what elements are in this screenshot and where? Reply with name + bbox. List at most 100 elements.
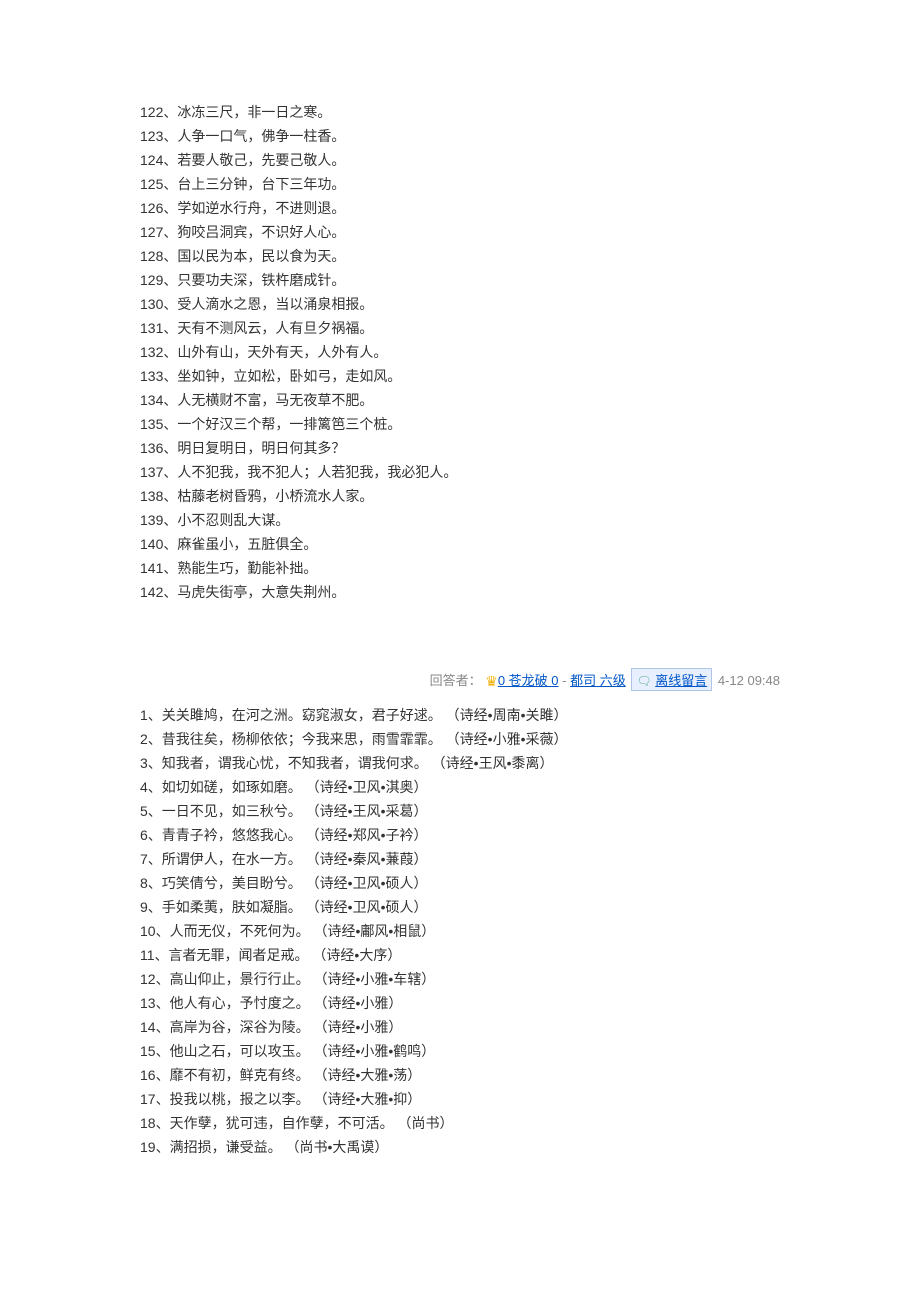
- list-item: 2、昔我往矣，杨柳依依；今我来思，雨雪霏霏。 （诗经•小雅•采薇）: [140, 727, 780, 751]
- list-item: 129、只要功夫深，铁杵磨成针。: [140, 268, 780, 292]
- item-number: 128: [140, 248, 163, 264]
- item-number: 123: [140, 128, 163, 144]
- answer-time: 4-12 09:48: [714, 673, 780, 688]
- list-item: 136、明日复明日，明日何其多？: [140, 436, 780, 460]
- list-item: 133、坐如钟，立如松，卧如弓，走如风。: [140, 364, 780, 388]
- list-item: 1、关关雎鸠，在河之洲。窈窕淑女，君子好逑。 （诗经•周南•关雎）: [140, 703, 780, 727]
- item-text: 、高岸为谷，深谷为陵。 （诗经•小雅）: [156, 1019, 403, 1035]
- item-number: 139: [140, 512, 163, 528]
- item-number: 17: [140, 1091, 156, 1107]
- answer-user-link[interactable]: 0 苍龙破 0: [498, 673, 559, 688]
- item-number: 142: [140, 584, 163, 600]
- item-number: 141: [140, 560, 163, 576]
- list-item: 137、人不犯我，我不犯人；人若犯我，我必犯人。: [140, 460, 780, 484]
- item-text: 、一日不见，如三秋兮。 （诗经•王风•采葛）: [148, 803, 428, 819]
- item-number: 138: [140, 488, 163, 504]
- item-number: 18: [140, 1115, 156, 1131]
- list-item: 14、高岸为谷，深谷为陵。 （诗经•小雅）: [140, 1015, 780, 1039]
- item-number: 15: [140, 1043, 156, 1059]
- item-number: 133: [140, 368, 163, 384]
- list-item: 126、学如逆水行舟，不进则退。: [140, 196, 780, 220]
- item-number: 124: [140, 152, 163, 168]
- item-number: 9: [140, 899, 148, 915]
- item-text: 、天作孽，犹可违，自作孽，不可活。 （尚书）: [156, 1115, 454, 1131]
- item-number: 11: [140, 947, 155, 963]
- item-number: 136: [140, 440, 163, 456]
- item-number: 132: [140, 344, 163, 360]
- item-text: 、高山仰止，景行行止。 （诗经•小雅•车辖）: [156, 971, 436, 987]
- list-item: 125、台上三分钟，台下三年功。: [140, 172, 780, 196]
- item-text: 、投我以桃，报之以李。 （诗经•大雅•抑）: [156, 1091, 422, 1107]
- list-item: 123、人争一口气，佛争一柱香。: [140, 124, 780, 148]
- item-number: 16: [140, 1067, 156, 1083]
- item-number: 8: [140, 875, 148, 891]
- list-item: 139、小不忍则乱大谋。: [140, 508, 780, 532]
- item-text: 、所谓伊人，在水一方。 （诗经•秦风•蒹葭）: [148, 851, 428, 867]
- list-item: 7、所谓伊人，在水一方。 （诗经•秦风•蒹葭）: [140, 847, 780, 871]
- item-text: 、人而无仪，不死何为。 （诗经•鄘风•相鼠）: [156, 923, 436, 939]
- item-text: 、受人滴水之恩，当以涌泉相报。: [163, 296, 373, 312]
- item-text: 、冰冻三尺，非一日之寒。: [163, 104, 331, 120]
- item-text: 、昔我往矣，杨柳依依；今我来思，雨雪霏霏。 （诗经•小雅•采薇）: [148, 731, 568, 747]
- list-item: 134、人无横财不富，马无夜草不肥。: [140, 388, 780, 412]
- item-number: 7: [140, 851, 148, 867]
- item-number: 4: [140, 779, 148, 795]
- item-text: 、枯藤老树昏鸦，小桥流水人家。: [163, 488, 373, 504]
- item-number: 127: [140, 224, 163, 240]
- item-text: 、只要功夫深，铁杵磨成针。: [163, 272, 345, 288]
- item-number: 130: [140, 296, 163, 312]
- item-number: 135: [140, 416, 163, 432]
- item-text: 、熟能生巧，勤能补拙。: [163, 560, 317, 576]
- item-text: 、明日复明日，明日何其多？: [163, 440, 345, 456]
- item-text: 、山外有山，天外有天，人外有人。: [163, 344, 387, 360]
- item-number: 13: [140, 995, 156, 1011]
- list-item: 19、满招损，谦受益。 （尚书•大禹谟）: [140, 1135, 780, 1159]
- list-item: 10、人而无仪，不死何为。 （诗经•鄘风•相鼠）: [140, 919, 780, 943]
- item-number: 12: [140, 971, 156, 987]
- item-number: 10: [140, 923, 156, 939]
- list-item: 9、手如柔荑，肤如凝脂。 （诗经•卫风•硕人）: [140, 895, 780, 919]
- chat-icon: 🗨: [636, 674, 651, 688]
- list-item: 18、天作孽，犹可违，自作孽，不可活。 （尚书）: [140, 1111, 780, 1135]
- item-number: 6: [140, 827, 148, 843]
- list-item: 8、巧笑倩兮，美目盼兮。 （诗经•卫风•硕人）: [140, 871, 780, 895]
- list-item: 131、天有不测风云，人有旦夕祸福。: [140, 316, 780, 340]
- list-item: 128、国以民为本，民以食为天。: [140, 244, 780, 268]
- item-text: 、言者无罪，闻者足戒。 （诗经•大序）: [155, 947, 402, 963]
- item-number: 126: [140, 200, 163, 216]
- item-text: 、关关雎鸠，在河之洲。窈窕淑女，君子好逑。 （诗经•周南•关雎）: [148, 707, 568, 723]
- item-text: 、小不忍则乱大谋。: [163, 512, 289, 528]
- item-number: 131: [140, 320, 163, 336]
- item-text: 、学如逆水行舟，不进则退。: [163, 200, 345, 216]
- answer-rank-link[interactable]: 都司 六级: [570, 673, 626, 688]
- offline-message-link[interactable]: 离线留言: [655, 673, 707, 688]
- item-number: 3: [140, 755, 148, 771]
- list-item: 12、高山仰止，景行行止。 （诗经•小雅•车辖）: [140, 967, 780, 991]
- list-item: 13、他人有心，予忖度之。 （诗经•小雅）: [140, 991, 780, 1015]
- item-text: 、人不犯我，我不犯人；人若犯我，我必犯人。: [163, 464, 457, 480]
- item-text: 、人无横财不富，马无夜草不肥。: [163, 392, 373, 408]
- list-item: 122、冰冻三尺，非一日之寒。: [140, 100, 780, 124]
- list-item: 127、狗咬吕洞宾，不识好人心。: [140, 220, 780, 244]
- list-item: 6、青青子衿，悠悠我心。 （诗经•郑风•子衿）: [140, 823, 780, 847]
- list-item: 130、受人滴水之恩，当以涌泉相报。: [140, 292, 780, 316]
- item-number: 134: [140, 392, 163, 408]
- answered-by-label: 回答者：: [430, 673, 482, 688]
- section-2: 1、关关雎鸠，在河之洲。窈窕淑女，君子好逑。 （诗经•周南•关雎）2、昔我往矣，…: [0, 695, 920, 1219]
- item-text: 、狗咬吕洞宾，不识好人心。: [163, 224, 345, 240]
- item-text: 、国以民为本，民以食为天。: [163, 248, 345, 264]
- item-text: 、巧笑倩兮，美目盼兮。 （诗经•卫风•硕人）: [148, 875, 428, 891]
- list-item: 124、若要人敬己，先要己敬人。: [140, 148, 780, 172]
- separator: -: [559, 673, 571, 688]
- item-text: 、麻雀虽小，五脏俱全。: [163, 536, 317, 552]
- item-number: 1: [140, 707, 148, 723]
- list-item: 17、投我以桃，报之以李。 （诗经•大雅•抑）: [140, 1087, 780, 1111]
- list-item: 132、山外有山，天外有天，人外有人。: [140, 340, 780, 364]
- list-item: 3、知我者，谓我心忧，不知我者，谓我何求。 （诗经•王风•黍离）: [140, 751, 780, 775]
- item-text: 、马虎失街亭，大意失荆州。: [163, 584, 345, 600]
- section-1: 122、冰冻三尺，非一日之寒。123、人争一口气，佛争一柱香。124、若要人敬己…: [0, 0, 920, 664]
- item-text: 、如切如磋，如琢如磨。 （诗经•卫风•淇奥）: [148, 779, 428, 795]
- item-text: 、一个好汉三个帮，一排篱笆三个桩。: [163, 416, 401, 432]
- offline-message-badge[interactable]: 🗨 离线留言: [631, 668, 712, 691]
- item-text: 、坐如钟，立如松，卧如弓，走如风。: [163, 368, 401, 384]
